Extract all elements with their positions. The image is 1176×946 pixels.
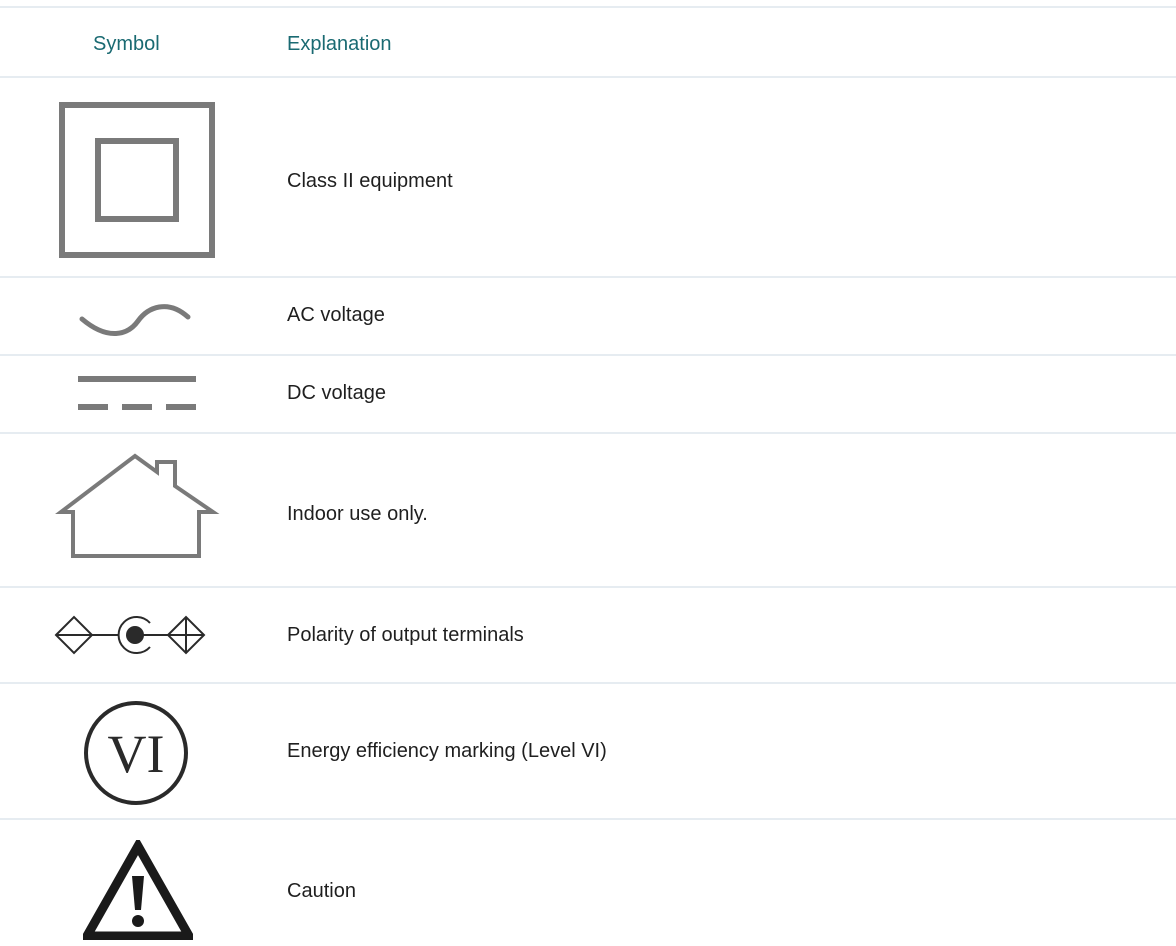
table-row: Polarity of output terminals [0, 586, 1176, 684]
table-row: Class II equipment [0, 76, 1176, 278]
symbol-cell [0, 278, 272, 356]
table-row: DC voltage [0, 354, 1176, 434]
indoor-house-icon [55, 453, 220, 558]
symbol-cell [0, 356, 272, 434]
header-symbol: Symbol [93, 33, 160, 55]
caution-triangle-icon [83, 840, 193, 940]
explanation-text: Caution [287, 880, 356, 902]
symbol-cell: VI [0, 684, 272, 820]
explanation-text: Class II equipment [287, 170, 453, 192]
table-row: Caution [0, 818, 1176, 946]
explanation-text: Polarity of output terminals [287, 624, 524, 646]
symbol-cell [0, 434, 272, 588]
table-header: Symbol Explanation [0, 6, 1176, 78]
symbol-cell [0, 78, 272, 278]
table-row: Indoor use only. [0, 432, 1176, 588]
symbol-cell [0, 820, 272, 946]
vi-symbol-text: VI [108, 724, 165, 784]
explanation-text: Indoor use only. [287, 503, 428, 525]
class-ii-equipment-icon [59, 102, 215, 258]
dc-voltage-icon [78, 376, 196, 410]
ac-voltage-icon [79, 304, 191, 336]
header-explanation: Explanation [287, 33, 392, 55]
explanation-text: Energy efficiency marking (Level VI) [287, 740, 607, 762]
polarity-icon [54, 615, 206, 655]
energy-efficiency-vi-icon: VI [84, 701, 188, 805]
explanation-text: AC voltage [287, 304, 385, 326]
table-row: AC voltage [0, 276, 1176, 356]
explanation-text: DC voltage [287, 382, 386, 404]
symbol-cell [0, 588, 272, 684]
table-row: VI Energy efficiency marking (Level VI) [0, 682, 1176, 820]
